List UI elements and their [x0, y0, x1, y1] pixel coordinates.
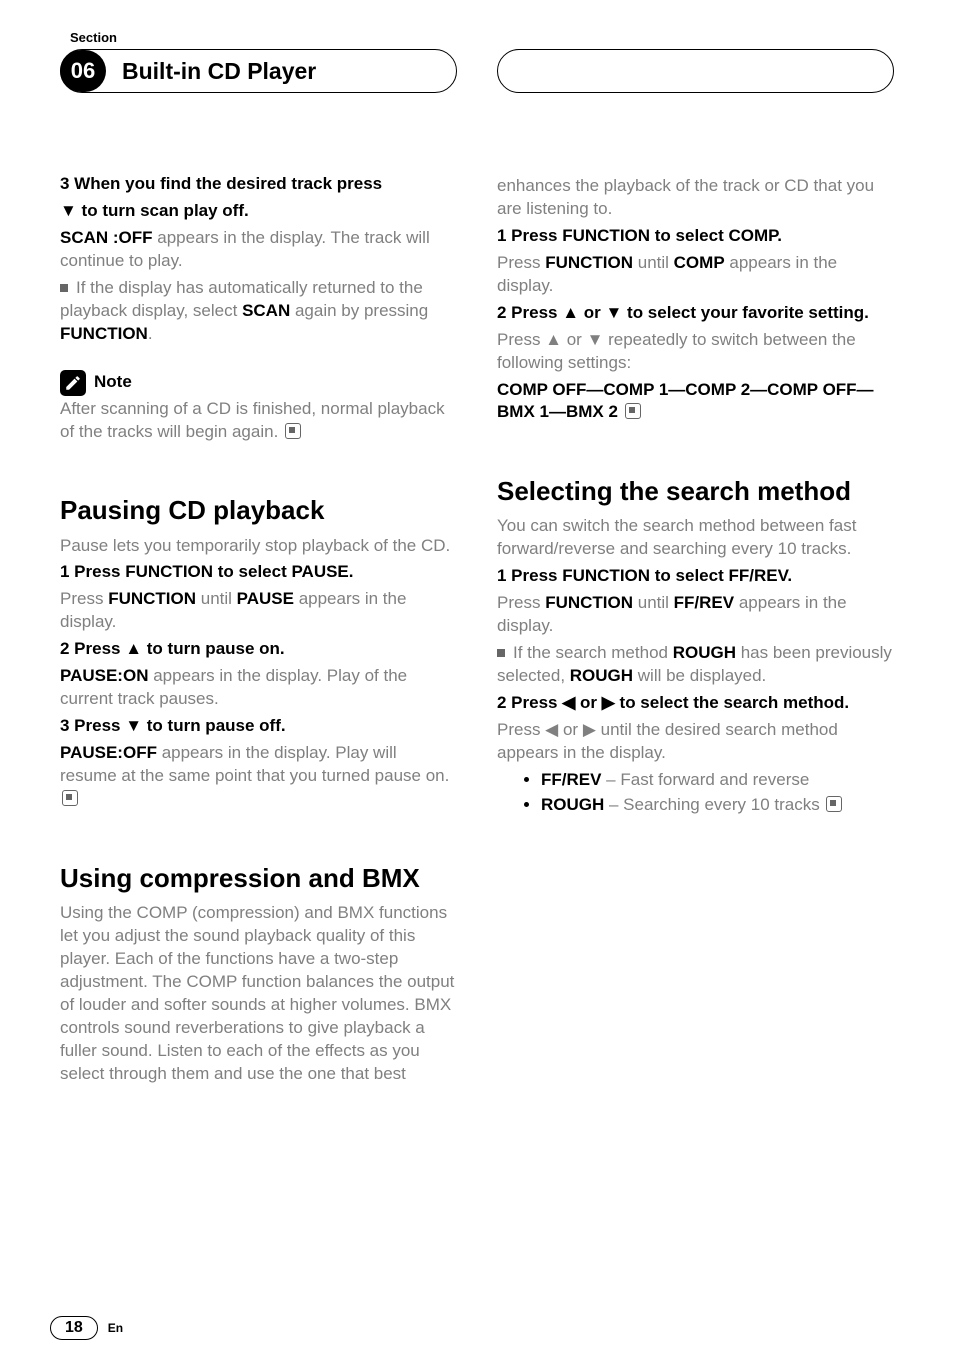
pause-step1-body: Press FUNCTION until PAUSE appears in th… — [60, 588, 457, 634]
function-label: FUNCTION — [545, 593, 633, 612]
search-methods-list: FF/REV – Fast forward and reverse ROUGH … — [497, 769, 894, 817]
search-intro: You can switch the search method between… — [497, 515, 894, 561]
search-heading: Selecting the search method — [497, 474, 894, 509]
function-label: FUNCTION — [545, 253, 633, 272]
end-icon — [285, 423, 301, 439]
comp-label: COMP — [674, 253, 725, 272]
ffrev-label: FF/REV — [674, 593, 734, 612]
txt: until — [633, 593, 674, 612]
scan-label: SCAN — [242, 301, 290, 320]
comp-step2-head: 2 Press ▲ or ▼ to select your favorite s… — [497, 302, 894, 325]
comp-sequence: COMP OFF—COMP 1—COMP 2—COMP OFF—BMX 1—BM… — [497, 379, 894, 425]
rough-label: ROUGH — [541, 795, 604, 814]
note-label: Note — [94, 371, 132, 394]
end-icon — [625, 403, 641, 419]
compression-cont: enhances the playback of the track or CD… — [497, 175, 894, 221]
comp-step2-body: Press ▲ or ▼ repeatedly to switch betwee… — [497, 329, 894, 375]
txt: After scanning of a CD is finished, norm… — [60, 399, 445, 441]
empty-pill — [497, 49, 894, 93]
comp-step1-body: Press FUNCTION until COMP appears in the… — [497, 252, 894, 298]
note-row: Note — [60, 370, 457, 396]
search-step1-head: 1 Press FUNCTION to select FF/REV. — [497, 565, 894, 588]
search-step2-head: 2 Press ◀ or ▶ to select the search meth… — [497, 692, 894, 715]
compression-intro: Using the COMP (compression) and BMX fun… — [60, 902, 457, 1086]
step3-heading-line2: ▼ to turn scan play off. — [60, 200, 457, 223]
txt: until — [633, 253, 674, 272]
pause-label: PAUSE — [237, 589, 294, 608]
txt: Press — [497, 593, 545, 612]
txt: If the search method — [513, 643, 673, 662]
pause-step2-head: 2 Press ▲ to turn pause on. — [60, 638, 457, 661]
right-column: enhances the playback of the track or CD… — [497, 173, 894, 1089]
section-number-badge: 06 — [60, 50, 106, 92]
ffrev-label: FF/REV — [541, 770, 601, 789]
txt: . — [148, 324, 153, 343]
end-icon — [826, 796, 842, 812]
search-step1-body: Press FUNCTION until FF/REV appears in t… — [497, 592, 894, 638]
pause-on-label: PAUSE:ON — [60, 666, 148, 685]
language-label: En — [108, 1321, 123, 1335]
pausing-heading: Pausing CD playback — [60, 493, 457, 528]
rough-label: ROUGH — [673, 643, 736, 662]
left-column: 3 When you find the desired track press … — [60, 173, 457, 1089]
bullet-icon — [497, 649, 505, 657]
page-number: 18 — [50, 1316, 98, 1340]
txt: – Fast forward and reverse — [601, 770, 809, 789]
page-footer: 18 En — [50, 1316, 123, 1340]
search-step1-bullet: If the search method ROUGH has been prev… — [497, 642, 894, 688]
txt: again by pressing — [290, 301, 428, 320]
compression-heading: Using compression and BMX — [60, 861, 457, 896]
pencil-icon — [60, 370, 86, 396]
txt: Press — [497, 253, 545, 272]
pause-step3-body: PAUSE:OFF appears in the display. Play w… — [60, 742, 457, 811]
end-icon — [62, 790, 78, 806]
search-step2-body: Press ◀ or ▶ until the desired search me… — [497, 719, 894, 765]
txt: – Searching every 10 tracks — [604, 795, 819, 814]
title-pill: 06 Built-in CD Player — [60, 49, 457, 93]
step3-heading-line1: 3 When you find the desired track press — [60, 173, 457, 196]
scan-off-label: SCAN :OFF — [60, 228, 153, 247]
rough-label: ROUGH — [570, 666, 633, 685]
comp-sequence-text: COMP OFF—COMP 1—COMP 2—COMP OFF—BMX 1—BM… — [497, 380, 874, 422]
header-row: 06 Built-in CD Player — [60, 49, 894, 93]
txt: Press — [60, 589, 108, 608]
pause-step1-head: 1 Press FUNCTION to select PAUSE. — [60, 561, 457, 584]
function-label: FUNCTION — [60, 324, 148, 343]
function-label: FUNCTION — [108, 589, 196, 608]
step3-body: SCAN :OFF appears in the display. The tr… — [60, 227, 457, 273]
txt: will be displayed. — [633, 666, 766, 685]
pausing-intro: Pause lets you temporarily stop playback… — [60, 535, 457, 558]
pause-off-label: PAUSE:OFF — [60, 743, 157, 762]
pause-step3-head: 3 Press ▼ to turn pause off. — [60, 715, 457, 738]
method-ffrev: FF/REV – Fast forward and reverse — [541, 769, 894, 792]
pause-step2-body: PAUSE:ON appears in the display. Play of… — [60, 665, 457, 711]
step3-bullet: If the display has automatically returne… — [60, 277, 457, 346]
txt: until — [196, 589, 237, 608]
note-text: After scanning of a CD is finished, norm… — [60, 398, 457, 444]
section-title: Built-in CD Player — [122, 58, 316, 85]
comp-step1-head: 1 Press FUNCTION to select COMP. — [497, 225, 894, 248]
bullet-icon — [60, 284, 68, 292]
method-rough: ROUGH – Searching every 10 tracks — [541, 794, 894, 817]
section-label: Section — [70, 30, 894, 45]
